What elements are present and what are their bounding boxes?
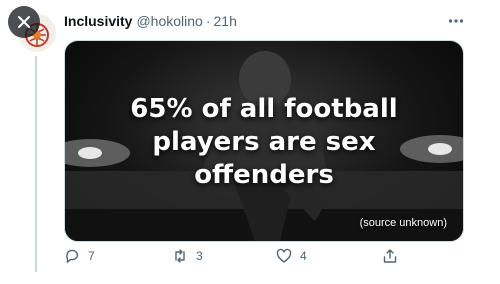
thread-line <box>35 56 37 272</box>
tweet-header: Inclusivity @hokolino · 21h <box>64 13 237 29</box>
headline-line-2: players are sex <box>152 127 376 157</box>
retweet-button[interactable]: 3 <box>172 248 203 264</box>
share-icon <box>383 249 397 263</box>
handle[interactable]: @hokolino <box>136 13 202 29</box>
source-caption: (source unknown) <box>359 217 447 229</box>
like-count: 4 <box>300 249 307 263</box>
close-icon <box>18 16 30 28</box>
action-bar: 7 3 4 <box>64 248 464 268</box>
headline-line-3: offenders <box>194 160 334 190</box>
reply-button[interactable]: 7 <box>64 248 95 264</box>
close-button[interactable] <box>8 6 40 38</box>
headline-line-1: 65% of all football <box>130 94 398 124</box>
retweet-count: 3 <box>196 249 203 263</box>
reply-count: 7 <box>88 249 95 263</box>
retweet-icon <box>175 249 185 263</box>
like-button[interactable]: 4 <box>276 248 307 264</box>
tweet-image[interactable]: 65% of all football players are sex offe… <box>64 40 464 242</box>
display-name[interactable]: Inclusivity <box>64 13 132 29</box>
heart-icon <box>276 248 292 263</box>
reply-icon <box>66 249 79 264</box>
more-icon[interactable] <box>448 14 464 28</box>
separator: · <box>205 13 211 29</box>
headline: 65% of all football players are sex offe… <box>65 93 463 192</box>
share-button[interactable] <box>382 248 406 264</box>
timestamp[interactable]: 21h <box>214 13 237 29</box>
